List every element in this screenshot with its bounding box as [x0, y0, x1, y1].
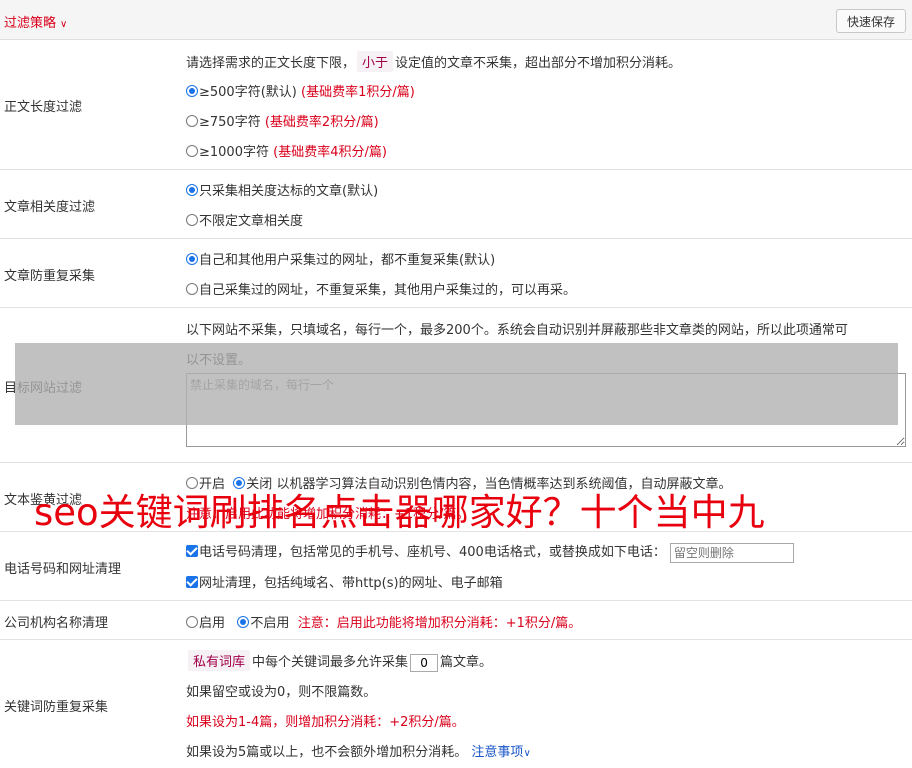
blocked-domains-textarea[interactable]: [186, 373, 906, 447]
max-articles-input[interactable]: [410, 653, 439, 672]
company-option-on[interactable]: 启用: [186, 616, 225, 631]
filter-strategy-title[interactable]: 过滤策略 ∨: [4, 12, 67, 31]
keyword-dedup-row: 关键词防重复采集 私有词库中每个关键词最多允许采集 篇文章。 如果留空或设为0，则…: [0, 640, 912, 768]
option-label: 网址清理，包括纯域名、带http(s)的网址、电子邮箱: [199, 576, 503, 591]
option-note: (基础费率1积分/篇): [301, 85, 415, 100]
company-label: 公司机构名称清理: [4, 616, 109, 631]
option-label: ≥500字符(默认): [199, 85, 297, 100]
relevance-option-qualified[interactable]: 只采集相关度达标的文章(默认): [186, 180, 378, 199]
company-option-off[interactable]: 不启用: [237, 616, 289, 631]
company-options: 启用 不启用 注意：启用此功能将增加积分消耗：+1积分/篇。: [186, 612, 581, 631]
keyword-dedup-line2: 如果留空或设为0，则不限篇数。: [186, 685, 377, 700]
dedup-row: 文章防重复采集 自己和其他用户采集过的网址，都不重复采集(默认) 自己采集过的网…: [0, 239, 912, 308]
keyword-dedup-label: 关键词防重复采集: [4, 700, 109, 715]
porn-filter-options: 开启 关闭 以机器学习算法自动识别色情内容，当色情概率达到系统阈值，自动屏蔽文章…: [186, 473, 731, 492]
relevance-filter-label: 文章相关度过滤: [4, 200, 96, 215]
dedup-option-self[interactable]: 自己采集过的网址，不重复采集，其他用户采集过的，可以再采。: [186, 279, 576, 298]
radio-button[interactable]: [186, 283, 198, 295]
desc-text: 请选择需求的正文长度下限，: [186, 56, 356, 71]
radio-button[interactable]: [186, 145, 198, 157]
radio-button[interactable]: [186, 115, 198, 127]
option-label: ≥1000字符: [199, 145, 269, 160]
filter-header: 过滤策略 ∨ 快速保存: [0, 0, 912, 40]
length-option-750[interactable]: ≥750字符 (基础费率2积分/篇): [186, 111, 379, 130]
radio-button[interactable]: [237, 616, 250, 628]
dedup-label: 文章防重复采集: [4, 269, 96, 284]
quick-save-button[interactable]: 快速保存: [836, 9, 906, 33]
less-than-tag: 小于: [357, 51, 394, 72]
option-label: 电话号码清理，包括常见的手机号、座机号、400电话格式，或替换成如下电话：: [199, 545, 666, 560]
company-row: 公司机构名称清理 启用 不启用 注意：启用此功能将增加积分消耗：+1积分/篇。: [0, 601, 912, 640]
radio-button[interactable]: [186, 616, 198, 628]
phone-clean-option[interactable]: 电话号码清理，包括常见的手机号、座机号、400电话格式，或替换成如下电话：: [186, 541, 794, 563]
radio-button[interactable]: [186, 253, 198, 265]
length-filter-label: 正文长度过滤: [4, 100, 83, 115]
phone-url-row: 电话号码和网址清理 电话号码清理，包括常见的手机号、座机号、400电话格式，或替…: [0, 532, 912, 601]
radio-button[interactable]: [186, 477, 198, 489]
option-label: 关闭: [246, 477, 273, 492]
keyword-dedup-line4: 如果设为5篇或以上，也不会额外增加积分消耗。 注意事项∨: [186, 741, 531, 760]
relevance-option-unlimited[interactable]: 不限定文章相关度: [186, 210, 303, 229]
option-label: 启用: [199, 616, 226, 631]
porn-filter-note: 注意：启用此功能将增加积分消耗：+1积分/篇。: [186, 507, 470, 522]
option-label: 不启用: [250, 616, 290, 631]
option-label: ≥750字符: [199, 115, 261, 130]
radio-button[interactable]: [186, 85, 198, 97]
option-note: (基础费率4积分/篇): [273, 145, 387, 160]
double-chevron-down-icon: ∨: [60, 19, 68, 30]
site-filter-desc-line2: 以不设置。: [186, 353, 252, 368]
replacement-phone-input[interactable]: [669, 542, 794, 563]
length-filter-desc: 请选择需求的正文长度下限， 小于 设定值的文章不采集，超出部分不增加积分消耗。: [186, 51, 681, 72]
length-option-1000[interactable]: ≥1000字符 (基础费率4积分/篇): [186, 141, 387, 160]
phone-url-label: 电话号码和网址清理: [4, 562, 122, 577]
setting-text: 如果设为5篇或以上，也不会额外增加积分消耗。: [186, 745, 468, 760]
company-note: 注意：启用此功能将增加积分消耗：+1积分/篇。: [297, 616, 582, 631]
option-label: 自己采集过的网址，不重复采集，其他用户采集过的，可以再采。: [199, 283, 577, 298]
length-option-500[interactable]: ≥500字符(默认) (基础费率1积分/篇): [186, 81, 415, 100]
option-label: 不限定文章相关度: [199, 214, 304, 229]
checkbox[interactable]: [186, 545, 198, 557]
double-chevron-down-icon: ∨: [523, 748, 531, 759]
setting-text: 篇文章。: [440, 655, 493, 670]
checkbox[interactable]: [186, 576, 198, 588]
keyword-dedup-setting: 私有词库中每个关键词最多允许采集 篇文章。: [186, 650, 492, 672]
url-clean-option[interactable]: 网址清理，包括纯域名、带http(s)的网址、电子邮箱: [186, 572, 503, 591]
private-lexicon-tag[interactable]: 私有词库: [188, 650, 251, 671]
setting-text: 中每个关键词最多允许采集: [252, 655, 409, 670]
site-filter-desc-line1: 以下网站不采集，只填域名，每行一个，最多200个。系统会自动识别并屏蔽那些非文章…: [186, 323, 848, 338]
porn-option-on[interactable]: 开启: [186, 477, 225, 492]
porn-filter-label: 文本鉴黄过滤: [4, 493, 83, 508]
dedup-option-all[interactable]: 自己和其他用户采集过的网址，都不重复采集(默认): [186, 249, 495, 268]
option-label: 开启: [199, 477, 226, 492]
option-note: (基础费率2积分/篇): [264, 115, 379, 130]
notes-link[interactable]: 注意事项∨: [471, 745, 530, 760]
filter-strategy-label: 过滤策略: [4, 16, 57, 31]
site-filter-label: 目标网站过滤: [4, 381, 83, 396]
notes-link-label: 注意事项: [471, 745, 524, 760]
desc-text: 设定值的文章不采集，超出部分不增加积分消耗。: [395, 56, 682, 71]
relevance-filter-row: 文章相关度过滤 只采集相关度达标的文章(默认) 不限定文章相关度: [0, 170, 912, 239]
radio-button[interactable]: [186, 184, 198, 196]
radio-button[interactable]: [233, 477, 246, 489]
length-filter-row: 正文长度过滤 请选择需求的正文长度下限， 小于 设定值的文章不采集，超出部分不增加积…: [0, 40, 912, 170]
radio-button[interactable]: [186, 214, 198, 226]
option-label: 只采集相关度达标的文章(默认): [199, 184, 379, 199]
option-label: 自己和其他用户采集过的网址，都不重复采集(默认): [199, 253, 496, 268]
porn-option-off[interactable]: 关闭: [233, 477, 272, 492]
porn-filter-row: 文本鉴黄过滤 开启 关闭 以机器学习算法自动识别色情内容，当色情概率达到系统阈值…: [0, 463, 912, 532]
keyword-dedup-line3: 如果设为1-4篇，则增加积分消耗：+2积分/篇。: [186, 715, 465, 730]
porn-filter-desc: 以机器学习算法自动识别色情内容，当色情概率达到系统阈值，自动屏蔽文章。: [276, 477, 732, 492]
